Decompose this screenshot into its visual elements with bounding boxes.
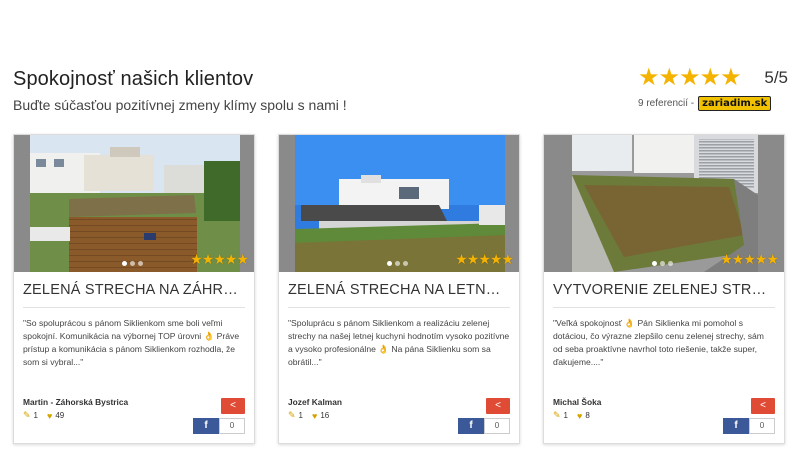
facebook-share[interactable]: f 0 [193,418,245,434]
carousel-dots[interactable] [387,261,408,266]
card-title[interactable]: VYTVORENIE ZELENEJ STREC... [544,272,784,298]
facebook-icon[interactable]: f [723,418,749,434]
like-count: 49 [55,411,65,420]
carousel-dot[interactable] [130,261,135,266]
author-name: Jozef Kalman [288,397,342,407]
card-stats: ✎ 1 ♥ 16 [288,410,329,421]
testimonial-text: "Veľká spokojnosť 👌 Pán Siklienka mi pom… [553,318,764,367]
testimonial-card[interactable]: ★★★★★ ZELENÁ STRECHA NA LETNEJ ... "Spol… [278,134,520,444]
edit-icon: ✎ [553,410,561,420]
rating-summary: ★★★★★ 5/5 9 referencií - zariadim.sk [638,66,788,111]
share-icon: < [230,400,236,411]
card-image[interactable]: ★★★★★ [544,135,784,272]
carousel-dot[interactable] [138,261,143,266]
section-header: Spokojnosť našich klientov Buďte súčasťo… [13,68,347,113]
carousel-dot[interactable] [403,261,408,266]
card-stars: ★★★★★ [190,251,249,267]
like-count: 16 [320,411,330,420]
heart-icon: ♥ [577,410,583,421]
carousel-dot[interactable] [387,261,392,266]
references-count[interactable]: 9 referencií - [638,98,694,109]
card-stats: ✎ 1 ♥ 49 [23,410,64,421]
card-stats: ✎ 1 ♥ 8 [553,410,590,421]
rating-score: 5/5 [764,68,788,87]
rating-stars: ★★★★★ [638,64,742,91]
testimonial-text: "Spoluprácu s pánom Siklienkom a realizá… [288,318,510,367]
testimonial-text: "So spoluprácou s pánom Siklienkom sme b… [23,318,240,367]
carousel-dot[interactable] [122,261,127,266]
carousel-dot[interactable] [668,261,673,266]
card-image[interactable]: ★★★★★ [279,135,519,272]
facebook-icon[interactable]: f [193,418,219,434]
card-stars: ★★★★★ [455,251,514,267]
share-button[interactable]: < [221,398,245,414]
heart-icon: ♥ [312,410,318,421]
facebook-count: 0 [219,418,245,434]
carousel-dots[interactable] [652,261,673,266]
facebook-count: 0 [749,418,775,434]
share-icon: < [760,400,766,411]
review-count: 1 [33,411,38,420]
facebook-icon[interactable]: f [458,418,484,434]
share-icon: < [495,400,501,411]
facebook-share[interactable]: f 0 [723,418,775,434]
author-name: Martin - Záhorská Bystrica [23,397,129,407]
testimonial-card[interactable]: ★★★★★ ZELENÁ STRECHA NA ZÁHRAD... "So sp… [13,134,255,444]
card-stars: ★★★★★ [720,251,779,267]
zariadim-logo[interactable]: zariadim.sk [698,96,772,111]
section-subtitle: Buďte súčasťou pozitívnej zmeny klímy sp… [13,97,347,113]
share-button[interactable]: < [751,398,775,414]
review-count: 1 [563,411,568,420]
heart-icon: ♥ [47,410,53,421]
card-image[interactable]: ★★★★★ [14,135,254,272]
card-title[interactable]: ZELENÁ STRECHA NA ZÁHRAD... [14,272,254,298]
facebook-share[interactable]: f 0 [458,418,510,434]
edit-icon: ✎ [288,410,296,420]
card-title[interactable]: ZELENÁ STRECHA NA LETNEJ ... [279,272,519,298]
like-count: 8 [585,411,590,420]
carousel-dot[interactable] [395,261,400,266]
author-name: Michal Šoka [553,397,602,407]
carousel-dot[interactable] [660,261,665,266]
share-button[interactable]: < [486,398,510,414]
review-count: 1 [298,411,303,420]
carousel-dots[interactable] [122,261,143,266]
facebook-count: 0 [484,418,510,434]
edit-icon: ✎ [23,410,31,420]
section-title: Spokojnosť našich klientov [13,68,254,90]
testimonial-card[interactable]: ★★★★★ VYTVORENIE ZELENEJ STREC... "Veľká… [543,134,785,444]
carousel-dot[interactable] [652,261,657,266]
